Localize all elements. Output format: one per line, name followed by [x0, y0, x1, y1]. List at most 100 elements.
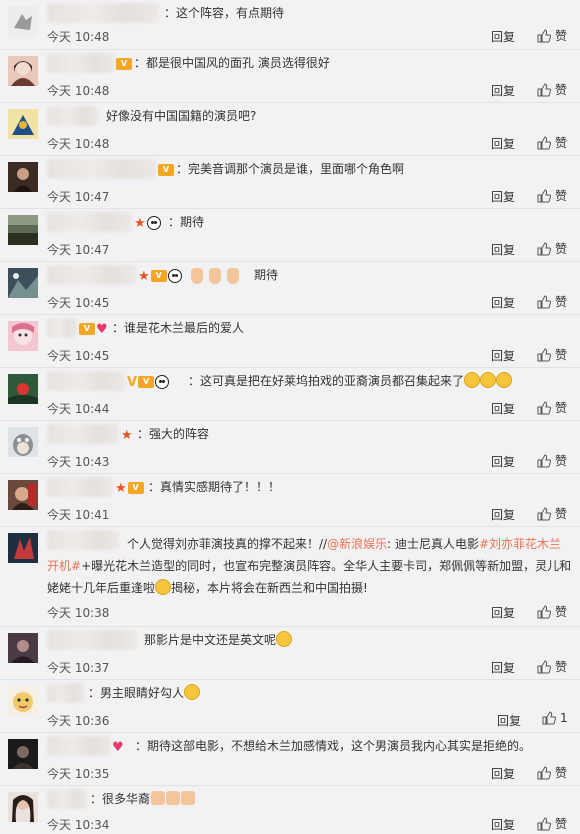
thumbs-emoji-icon [166, 791, 181, 805]
like-button[interactable]: 赞 [537, 134, 567, 151]
avatar[interactable] [8, 268, 38, 298]
thumbs-up-icon [537, 506, 551, 520]
timestamp: 今天 10:45 [47, 296, 110, 310]
comment-text-content: 那影片是中文还是英文呢 [144, 633, 277, 647]
star-badge-icon: ★ [134, 215, 146, 231]
comment-text: ：强大的阵容 [137, 427, 210, 441]
like-button[interactable]: 赞 [537, 293, 567, 310]
timestamp: 今天 10:38 [47, 606, 110, 620]
comment-item: 个人觉得刘亦菲演技真的撑不起来！//@新浪娱乐: 迪士尼真人电影#刘亦菲花木兰开… [0, 527, 580, 627]
reply-button[interactable]: 回复 [491, 135, 515, 152]
like-label: 赞 [555, 242, 568, 256]
username-blurred[interactable] [47, 159, 157, 179]
laughing-emoji-icon [496, 372, 513, 388]
username-blurred[interactable] [47, 630, 137, 650]
username-blurred[interactable] [47, 736, 111, 756]
comment-text-part: 个人觉得刘亦菲演技真的撑不起来！// [127, 537, 328, 551]
vip-badge-icon: V [116, 58, 132, 70]
reply-button[interactable]: 回复 [491, 659, 515, 676]
avatar[interactable] [8, 109, 38, 139]
reply-button[interactable]: 回复 [491, 453, 515, 470]
reply-button[interactable]: 回复 [497, 712, 521, 729]
username-blurred[interactable] [47, 318, 77, 338]
comment-list: ：这个阵容，有点期待 今天 10:48 回复 赞 V ：都是很中国风的面孔 演员… [0, 0, 580, 834]
reply-button[interactable]: 回复 [491, 506, 515, 523]
avatar[interactable] [8, 162, 38, 192]
thumbs-up-icon [537, 28, 551, 42]
hand-emoji-icon [190, 268, 203, 284]
like-button[interactable]: 赞 [537, 346, 567, 363]
like-button[interactable]: 赞 [537, 240, 567, 257]
badge-group: VV [127, 373, 170, 391]
avatar[interactable] [8, 321, 38, 351]
like-button[interactable]: 1 [542, 711, 568, 725]
reply-button[interactable]: 回复 [491, 28, 515, 45]
like-button[interactable]: 赞 [537, 505, 567, 522]
username-blurred[interactable] [47, 477, 113, 497]
crying-emoji-icon [155, 579, 172, 595]
like-label: 赞 [555, 605, 568, 619]
avatar[interactable] [8, 215, 38, 245]
avatar[interactable] [8, 480, 38, 510]
mention-link[interactable]: @新浪娱乐 [327, 537, 387, 551]
timestamp: 今天 10:44 [47, 402, 110, 416]
reply-button[interactable]: 回复 [491, 188, 515, 205]
avatar[interactable] [8, 427, 38, 457]
comment-item: ：很多华裔 今天 10:34 回复 赞 [0, 786, 580, 834]
thumbs-up-icon [537, 241, 551, 255]
username-blurred[interactable] [47, 106, 99, 126]
avatar[interactable] [8, 739, 38, 769]
username-blurred[interactable] [47, 424, 119, 444]
badge-group: V [116, 55, 132, 73]
avatar[interactable] [8, 56, 38, 86]
timestamp: 今天 10:45 [47, 349, 110, 363]
username-blurred[interactable] [47, 212, 132, 232]
like-button[interactable]: 赞 [537, 187, 567, 204]
timestamp: 今天 10:48 [47, 137, 110, 151]
reply-button[interactable]: 回复 [491, 400, 515, 417]
reply-button[interactable]: 回复 [491, 816, 515, 833]
like-label: 赞 [555, 817, 568, 831]
comment-item: ★ ：强大的阵容 今天 10:43 回复 赞 [0, 421, 580, 474]
avatar[interactable] [8, 6, 38, 36]
comment-item: ：男主眼睛好勾人 今天 10:36 回复 1 [0, 680, 580, 733]
reply-button[interactable]: 回复 [491, 604, 515, 621]
like-button[interactable]: 赞 [537, 81, 567, 98]
avatar[interactable] [8, 633, 38, 663]
panda-emoji-icon [155, 375, 170, 389]
badge-group: V [158, 161, 174, 179]
like-button[interactable]: 赞 [537, 399, 567, 416]
like-button[interactable]: 赞 [537, 815, 567, 832]
reply-button[interactable]: 回复 [491, 294, 515, 311]
timestamp: 今天 10:47 [47, 243, 110, 257]
reply-button[interactable]: 回复 [491, 82, 515, 99]
badge-group: ♥ [112, 738, 124, 756]
avatar[interactable] [8, 374, 38, 404]
reply-button[interactable]: 回复 [491, 347, 515, 364]
vip-badge-icon: V [158, 164, 174, 176]
username-blurred[interactable] [47, 53, 115, 73]
reply-button[interactable]: 回复 [491, 765, 515, 782]
comment-text-part: 揭秘，本片将会在新西兰和中国拍摄! [171, 581, 368, 595]
badge-group: ★ [121, 426, 133, 444]
like-button[interactable]: 赞 [537, 764, 567, 781]
badge-group: V ♥ [79, 320, 108, 338]
reply-button[interactable]: 回复 [491, 241, 515, 258]
like-button[interactable]: 赞 [537, 27, 567, 44]
comment-text: ：谁是花木兰最后的爱人 [112, 321, 245, 335]
thumbs-up-icon [537, 188, 551, 202]
avatar[interactable] [8, 686, 38, 716]
username-blurred[interactable] [47, 683, 85, 703]
like-button[interactable]: 赞 [537, 658, 567, 675]
avatar[interactable] [8, 792, 38, 822]
username-blurred[interactable] [47, 265, 137, 285]
username-blurred[interactable] [47, 789, 87, 809]
drooling-emoji-icon [184, 684, 201, 700]
username-blurred[interactable] [47, 3, 159, 23]
like-button[interactable]: 赞 [537, 452, 567, 469]
vip-badge-icon: V [127, 482, 144, 494]
avatar[interactable] [8, 533, 38, 563]
like-button[interactable]: 赞 [537, 603, 567, 620]
username-blurred[interactable] [47, 371, 125, 391]
panda-emoji-icon [167, 269, 182, 283]
